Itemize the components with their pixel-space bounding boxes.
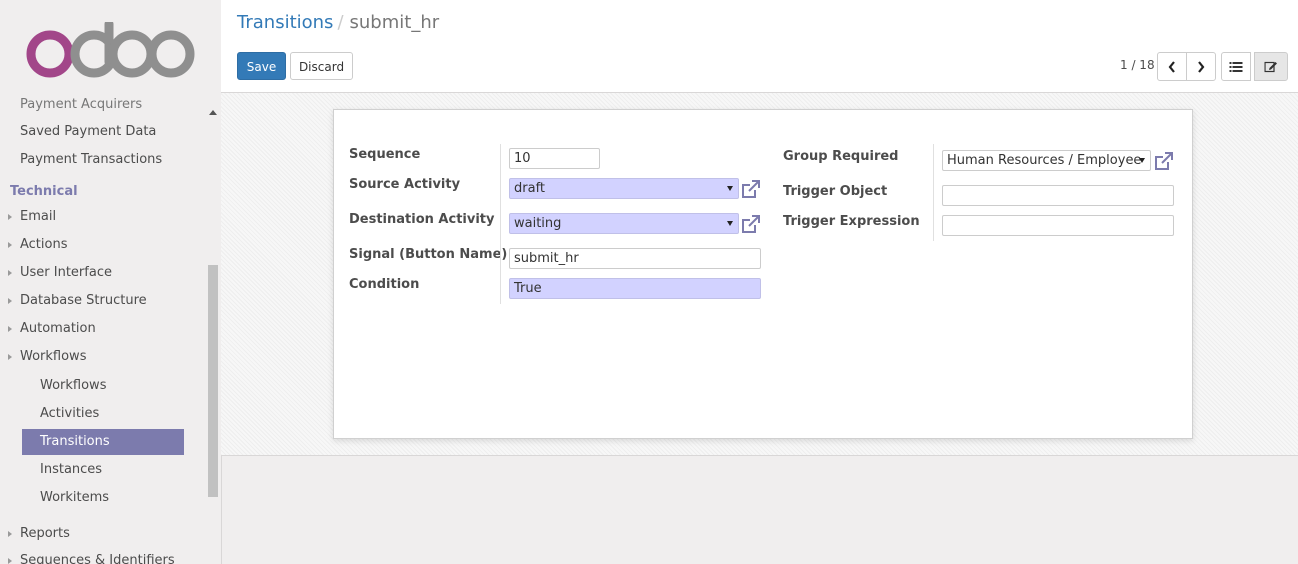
- chevron-right-icon: [1198, 60, 1205, 73]
- trigger-object-input[interactable]: [942, 185, 1174, 206]
- sidebar-item-actions[interactable]: Actions: [0, 232, 221, 258]
- group-required-label: Group Required: [783, 149, 899, 164]
- destination-activity-label: Destination Activity: [349, 212, 495, 227]
- sidebar-item-reports[interactable]: Reports: [0, 521, 221, 547]
- signal-input[interactable]: submit_hr: [509, 248, 761, 269]
- sidebar-section-technical: Technical: [10, 184, 78, 199]
- discard-button[interactable]: Discard: [290, 52, 353, 80]
- pager-previous-button[interactable]: [1157, 52, 1187, 81]
- sidebar: Payment Acquirers Saved Payment Data Pay…: [0, 0, 222, 564]
- caret-right-icon: [8, 242, 12, 248]
- sidebar-item-label: Reports: [20, 526, 70, 541]
- sidebar-item-database-structure[interactable]: Database Structure: [0, 288, 221, 314]
- form-view-area: Sequence Source Activity Destination Act…: [221, 93, 1298, 456]
- breadcrumb: Transitions / submit_hr: [237, 12, 439, 33]
- sidebar-item-payment-acquirers[interactable]: Payment Acquirers: [0, 92, 206, 118]
- source-activity-select[interactable]: draft: [509, 178, 739, 199]
- sidebar-item-transitions[interactable]: Transitions: [22, 429, 184, 455]
- breadcrumb-separator: /: [337, 12, 344, 33]
- caret-right-icon: [8, 298, 12, 304]
- dropdown-arrow-icon: [727, 221, 733, 226]
- sidebar-item-workitems[interactable]: Workitems: [22, 485, 184, 511]
- form-view-button[interactable]: [1254, 52, 1288, 81]
- odoo-logo[interactable]: [26, 22, 196, 78]
- pager-next-button[interactable]: [1186, 52, 1216, 81]
- form-sheet: Sequence Source Activity Destination Act…: [333, 109, 1193, 439]
- sidebar-item-payment-transactions[interactable]: Payment Transactions: [0, 147, 206, 173]
- sidebar-item-automation[interactable]: Automation: [0, 316, 221, 342]
- external-link-icon[interactable]: [741, 215, 761, 234]
- caret-right-icon: [8, 270, 12, 276]
- dropdown-arrow-icon: [1139, 158, 1145, 163]
- sequence-input[interactable]: 10: [509, 148, 600, 169]
- sidebar-item-workflows-group[interactable]: Workflows: [0, 344, 221, 370]
- trigger-expression-label: Trigger Expression: [783, 214, 920, 229]
- edit-icon: [1264, 61, 1277, 72]
- sidebar-item-email[interactable]: Email: [0, 204, 221, 230]
- scroll-up-arrow-icon[interactable]: [209, 110, 217, 115]
- sidebar-item-label: Workflows: [20, 349, 87, 364]
- caret-right-icon: [8, 326, 12, 332]
- sidebar-item-label: Automation: [20, 321, 96, 336]
- caret-right-icon: [8, 531, 12, 537]
- group-required-value: Human Resources / Employee: [947, 153, 1142, 168]
- sidebar-item-label: Email: [20, 209, 57, 224]
- source-activity-label: Source Activity: [349, 177, 461, 192]
- sidebar-item-label: Database Structure: [20, 293, 147, 308]
- sidebar-item-workflows[interactable]: Workflows: [22, 373, 184, 399]
- caret-right-icon: [8, 214, 12, 220]
- sidebar-item-sequences-identifiers[interactable]: Sequences & Identifiers: [0, 548, 221, 564]
- trigger-object-label: Trigger Object: [783, 184, 888, 199]
- condition-input[interactable]: True: [509, 278, 761, 299]
- caret-right-icon: [8, 354, 12, 360]
- signal-label: Signal (Button Name): [349, 247, 508, 262]
- control-panel: Transitions / submit_hr Save Discard 1 / 1…: [221, 0, 1298, 93]
- condition-label: Condition: [349, 277, 420, 292]
- group-required-select[interactable]: Human Resources / Employee: [942, 150, 1151, 171]
- sidebar-item-user-interface[interactable]: User Interface: [0, 260, 221, 286]
- sidebar-item-label: User Interface: [20, 265, 112, 280]
- column-divider: [933, 144, 934, 241]
- sidebar-item-saved-payment-data[interactable]: Saved Payment Data: [0, 119, 206, 145]
- breadcrumb-parent-link[interactable]: Transitions: [237, 12, 333, 33]
- sidebar-item-label: Actions: [20, 237, 68, 252]
- trigger-expression-input[interactable]: [942, 215, 1174, 236]
- dropdown-arrow-icon: [727, 186, 733, 191]
- external-link-icon[interactable]: [1154, 152, 1174, 171]
- sidebar-scrollbar-thumb[interactable]: [208, 265, 218, 497]
- chevron-left-icon: [1168, 60, 1175, 73]
- column-divider: [500, 144, 501, 304]
- external-link-icon[interactable]: [741, 180, 761, 199]
- destination-activity-value: waiting: [514, 216, 562, 231]
- list-view-button[interactable]: [1221, 52, 1251, 81]
- caret-right-icon: [8, 558, 12, 564]
- save-button[interactable]: Save: [237, 52, 286, 80]
- sidebar-item-instances[interactable]: Instances: [22, 457, 184, 483]
- pager-counter[interactable]: 1 / 18: [1120, 58, 1155, 72]
- destination-activity-select[interactable]: waiting: [509, 213, 739, 234]
- sidebar-item-activities[interactable]: Activities: [22, 401, 184, 427]
- sidebar-item-label: Sequences & Identifiers: [20, 553, 175, 564]
- sequence-label: Sequence: [349, 147, 421, 162]
- breadcrumb-current: submit_hr: [349, 12, 440, 33]
- list-icon: [1229, 61, 1243, 72]
- source-activity-value: draft: [514, 181, 546, 196]
